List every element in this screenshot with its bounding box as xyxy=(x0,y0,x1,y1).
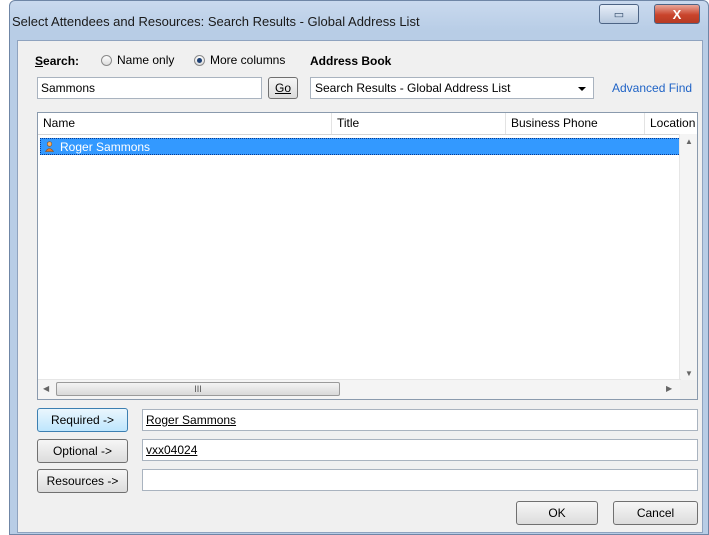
search-input[interactable]: Sammons xyxy=(37,77,262,99)
optional-recipient[interactable]: vxx04024 xyxy=(146,443,197,457)
resources-field[interactable] xyxy=(142,469,698,491)
results-list[interactable]: Name Title Business Phone Location Roger… xyxy=(37,112,698,400)
scroll-up-icon[interactable]: ▲ xyxy=(685,137,693,146)
scroll-grip-icon: III xyxy=(194,384,202,394)
address-book-select[interactable]: Search Results - Global Address List xyxy=(310,77,594,99)
window-title: Select Attendees and Resources: Search R… xyxy=(12,14,420,29)
contact-person-icon xyxy=(44,141,55,152)
go-button-label: Go xyxy=(274,81,291,95)
address-book-label: Address Book xyxy=(310,54,392,68)
list-item-name: Roger Sammons xyxy=(60,140,151,154)
list-item[interactable]: Roger Sammons xyxy=(40,138,681,155)
optional-button-label: Optional -> xyxy=(52,444,113,458)
horizontal-scroll-thumb[interactable]: III xyxy=(56,382,340,396)
optional-field[interactable]: vxx04024 xyxy=(142,439,698,461)
search-label-rest: earch: xyxy=(43,54,80,68)
column-header-name[interactable]: Name xyxy=(43,116,75,130)
scroll-down-icon[interactable]: ▼ xyxy=(685,369,693,378)
advanced-find-link[interactable]: Advanced Find xyxy=(612,81,692,95)
vertical-scrollbar[interactable]: ▲ ▼ xyxy=(679,134,697,381)
cancel-button-label: Cancel xyxy=(636,506,675,520)
address-book-selected: Search Results - Global Address List xyxy=(315,81,511,95)
required-button[interactable]: Required -> xyxy=(37,408,128,432)
name-only-label[interactable]: Name only xyxy=(117,53,174,67)
column-divider[interactable] xyxy=(644,113,645,134)
restore-button[interactable]: ▭ xyxy=(599,4,639,24)
list-header: Name Title Business Phone Location xyxy=(38,113,697,135)
required-recipient[interactable]: Roger Sammons xyxy=(146,413,236,427)
column-divider[interactable] xyxy=(505,113,506,134)
dialog-window: Select Attendees and Resources: Search R… xyxy=(9,0,709,535)
ok-button[interactable]: OK xyxy=(516,501,598,525)
go-button[interactable]: Go xyxy=(268,77,298,99)
column-header-business-phone[interactable]: Business Phone xyxy=(511,116,598,130)
column-header-location[interactable]: Location xyxy=(650,116,695,130)
more-columns-label[interactable]: More columns xyxy=(210,53,285,67)
restore-icon: ▭ xyxy=(613,8,625,21)
more-columns-radio[interactable] xyxy=(194,55,205,66)
required-field[interactable]: Roger Sammons xyxy=(142,409,698,431)
ok-button-label: OK xyxy=(548,506,566,520)
column-header-title[interactable]: Title xyxy=(337,116,359,130)
close-button[interactable]: X xyxy=(654,4,700,24)
column-divider[interactable] xyxy=(331,113,332,134)
horizontal-scrollbar[interactable]: ◀ III ▶ xyxy=(38,379,681,399)
search-label: Search: xyxy=(35,54,80,68)
resources-button[interactable]: Resources -> xyxy=(37,469,128,493)
close-icon: X xyxy=(672,6,682,22)
cancel-button[interactable]: Cancel xyxy=(613,501,698,525)
optional-button[interactable]: Optional -> xyxy=(37,439,128,463)
scroll-right-icon[interactable]: ▶ xyxy=(666,384,672,393)
resources-button-label: Resources -> xyxy=(46,474,119,488)
dialog-body: Search: Name only More columns Address B… xyxy=(17,40,703,533)
chevron-down-icon xyxy=(578,87,586,91)
title-bar[interactable]: Select Attendees and Resources: Search R… xyxy=(10,1,708,41)
required-button-label: Required -> xyxy=(50,413,115,427)
name-only-radio[interactable] xyxy=(101,55,112,66)
scroll-left-icon[interactable]: ◀ xyxy=(43,384,49,393)
scrollbar-corner xyxy=(680,380,697,399)
